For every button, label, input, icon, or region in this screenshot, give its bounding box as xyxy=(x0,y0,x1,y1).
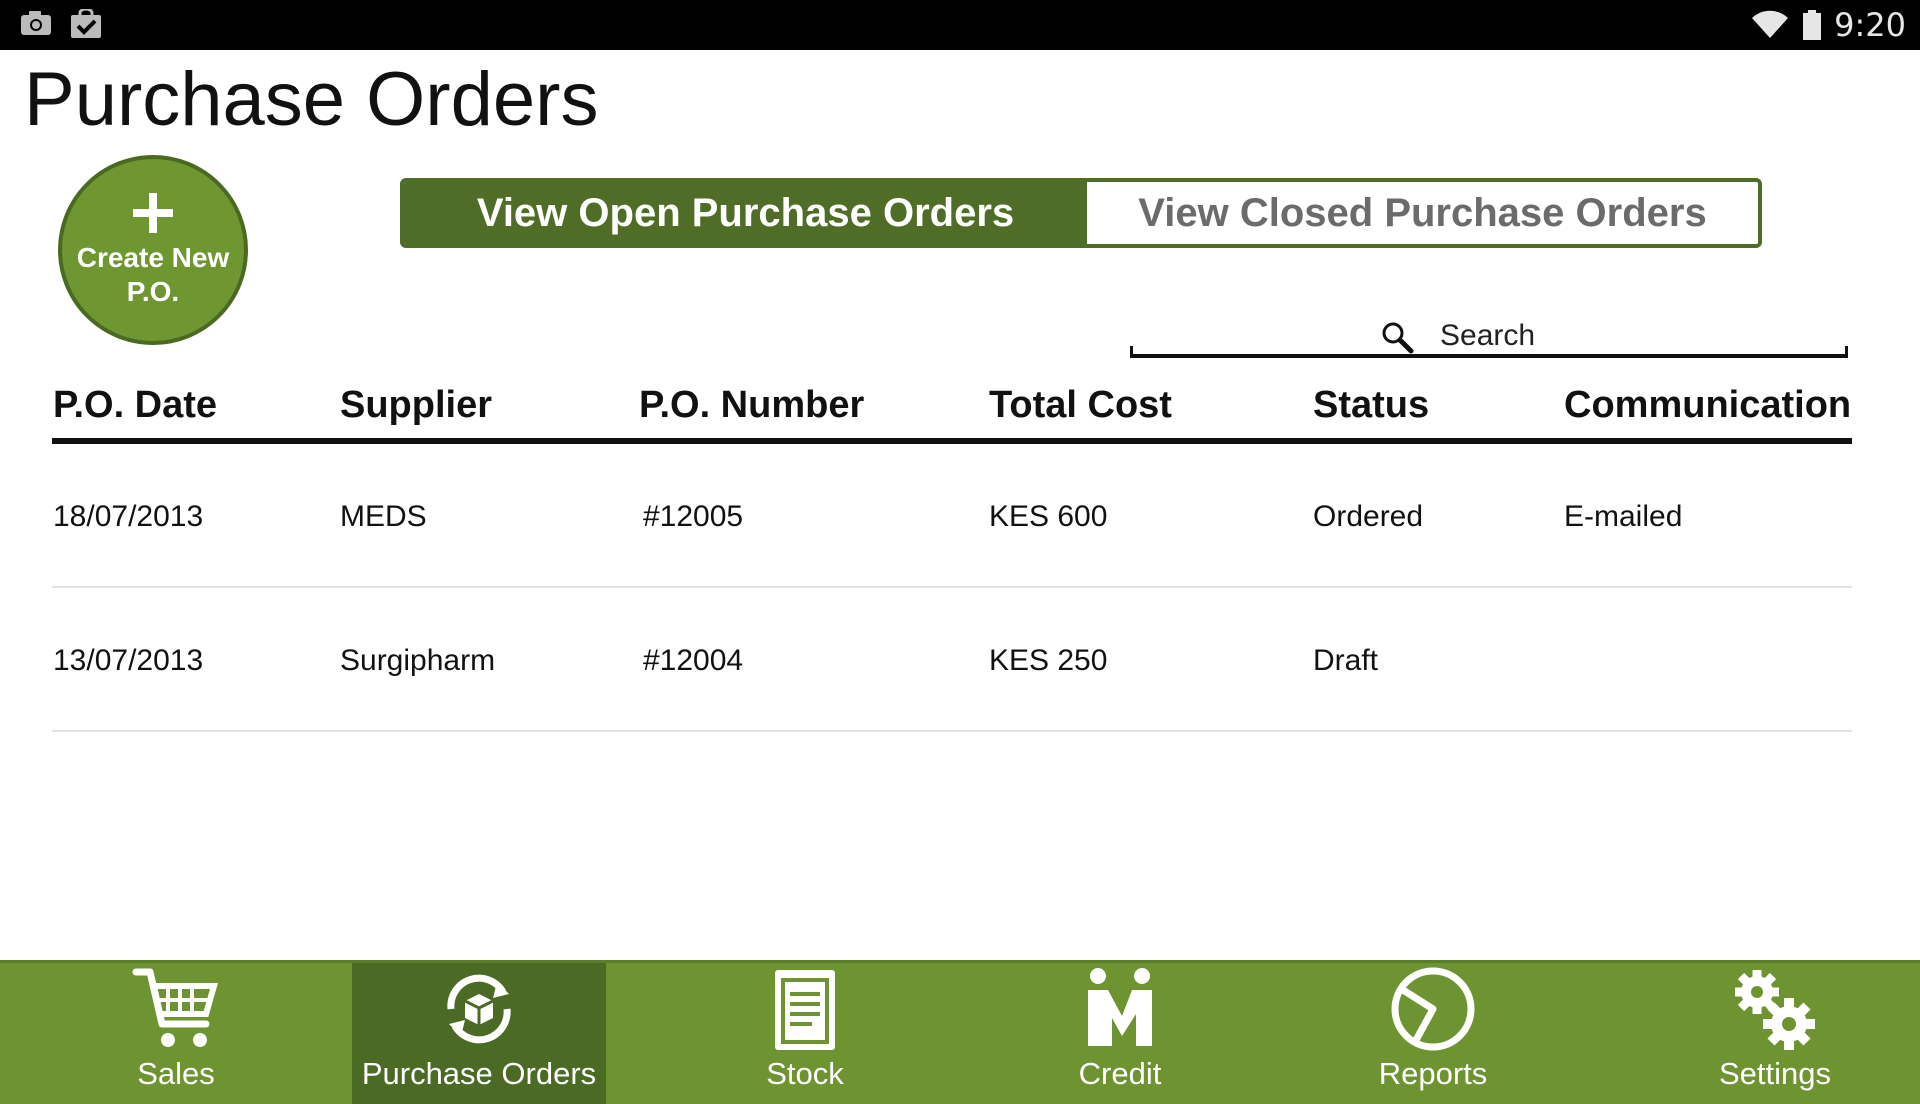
status-bar-system: 9:20 xyxy=(1750,0,1906,50)
purchase-orders-table: P.O. Date Supplier P.O. Number Total Cos… xyxy=(52,380,1852,732)
bottom-nav: Sales Purchase Orders Stock Credit Repor… xyxy=(0,960,1920,1104)
cell-total-cost: KES 600 xyxy=(989,500,1108,533)
search-icon xyxy=(1382,322,1414,354)
people-icon xyxy=(1088,968,1152,1046)
cell-po-date: 18/07/2013 xyxy=(53,500,204,533)
box-cycle-icon xyxy=(447,974,511,1044)
po-view-toggle: View Open Purchase Orders View Closed Pu… xyxy=(400,178,1762,248)
search-input[interactable] xyxy=(1440,318,1820,354)
header-supplier[interactable]: Supplier xyxy=(340,384,492,427)
nav-label-purchase-orders: Purchase Orders xyxy=(361,1056,597,1091)
pie-chart-icon xyxy=(1391,967,1475,1051)
cell-supplier: MEDS xyxy=(340,500,427,533)
clipboard-icon xyxy=(775,970,835,1050)
nav-item-credit[interactable]: Credit xyxy=(1004,963,1236,1104)
header-status[interactable]: Status xyxy=(1313,384,1429,427)
nav-item-stock[interactable]: Stock xyxy=(606,963,1004,1104)
camera-icon xyxy=(21,11,51,35)
cell-po-date: 13/07/2013 xyxy=(53,644,204,677)
table-header: P.O. Date Supplier P.O. Number Total Cos… xyxy=(52,380,1852,444)
create-new-po-label: Create New P.O. xyxy=(76,242,230,307)
plus-icon xyxy=(133,193,173,234)
cell-communication: E-mailed xyxy=(1564,500,1683,533)
status-bar-time: 9:20 xyxy=(1834,6,1906,44)
search-field xyxy=(1130,318,1848,358)
shopping-bag-check-icon xyxy=(71,9,101,38)
nav-item-reports[interactable]: Reports xyxy=(1236,963,1630,1104)
table-row[interactable]: 13/07/2013 Surgipharm #12004 KES 250 Dra… xyxy=(52,588,1852,732)
table-row[interactable]: 18/07/2013 MEDS #12005 KES 600 Ordered E… xyxy=(52,444,1852,588)
nav-label-settings: Settings xyxy=(1718,1056,1831,1091)
cell-po-number: #12005 xyxy=(643,500,744,533)
cell-supplier: Surgipharm xyxy=(340,644,496,677)
header-communication[interactable]: Communication xyxy=(1564,384,1851,427)
wifi-icon xyxy=(1752,10,1789,39)
header-total-cost[interactable]: Total Cost xyxy=(989,384,1172,427)
page-title: Purchase Orders xyxy=(24,57,599,142)
tab-closed-purchase-orders[interactable]: View Closed Purchase Orders xyxy=(1087,182,1758,244)
gears-icon xyxy=(1735,970,1815,1050)
header-po-number[interactable]: P.O. Number xyxy=(639,384,864,427)
nav-item-purchase-orders[interactable]: Purchase Orders xyxy=(352,963,606,1104)
cart-icon xyxy=(132,968,218,1047)
status-bar-notifications xyxy=(20,9,102,39)
battery-icon xyxy=(1803,10,1822,40)
tab-open-purchase-orders[interactable]: View Open Purchase Orders xyxy=(404,182,1087,244)
cell-total-cost: KES 250 xyxy=(989,644,1108,677)
header-po-date[interactable]: P.O. Date xyxy=(53,384,217,427)
nav-item-sales[interactable]: Sales xyxy=(0,963,352,1104)
nav-label-credit: Credit xyxy=(1078,1056,1162,1091)
nav-label-sales: Sales xyxy=(137,1056,215,1091)
nav-item-settings[interactable]: Settings xyxy=(1630,963,1920,1104)
cell-status: Draft xyxy=(1313,644,1379,677)
search-underline xyxy=(1130,346,1848,358)
status-bar: 9:20 xyxy=(0,0,1920,50)
cell-status: Ordered xyxy=(1313,500,1424,533)
create-new-po-button[interactable]: Create New P.O. xyxy=(58,155,248,345)
nav-label-reports: Reports xyxy=(1378,1056,1488,1091)
cell-po-number: #12004 xyxy=(643,644,744,677)
nav-label-stock: Stock xyxy=(766,1056,844,1091)
